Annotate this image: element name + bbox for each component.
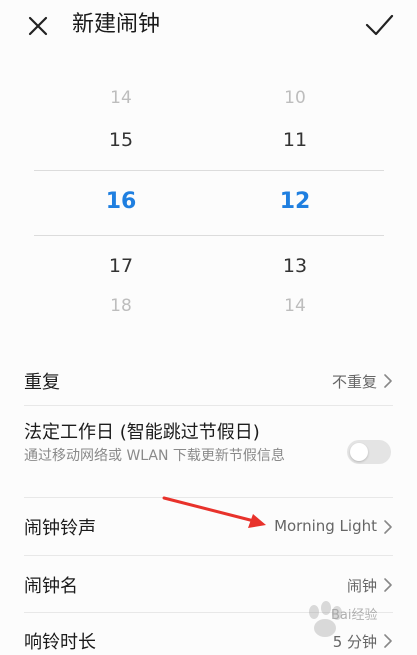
chevron-right-icon (384, 520, 392, 534)
chevron-right-icon (384, 374, 392, 388)
watermark-text: Bai经验 (331, 608, 378, 623)
chevron-right-icon (384, 578, 392, 592)
selection-line-bottom (34, 235, 384, 236)
hour-wheel[interactable]: 14 15 16 17 18 (61, 80, 181, 330)
minute-option[interactable]: 10 (235, 88, 355, 108)
ringtone-label: 闹钟铃声 (24, 518, 96, 539)
top-bar: 新建闹钟 (0, 0, 417, 52)
alarm-name-value: 闹钟 (346, 577, 377, 595)
ringtone-value: Morning Light (274, 517, 377, 535)
workday-row: 法定工作日 (智能跳过节假日) 通过移动网络或 WLAN 下载更新节假信息 (0, 414, 417, 496)
confirm-button[interactable] (361, 8, 397, 42)
hour-selected[interactable]: 16 (61, 189, 181, 214)
repeat-value: 不重复 (331, 373, 377, 391)
hour-option[interactable]: 17 (61, 255, 181, 277)
divider (24, 497, 393, 498)
minute-selected[interactable]: 12 (235, 189, 355, 214)
repeat-row[interactable]: 重复 不重复 (0, 360, 417, 404)
minute-option[interactable]: 11 (235, 129, 355, 151)
workday-description: 通过移动网络或 WLAN 下载更新节假信息 (24, 448, 285, 464)
toggle-knob (350, 443, 368, 461)
check-icon (365, 14, 394, 36)
minute-option[interactable]: 13 (235, 255, 355, 277)
hour-option[interactable]: 14 (61, 88, 181, 108)
divider (24, 405, 393, 406)
close-icon (28, 16, 48, 36)
ringtone-row[interactable]: 闹钟铃声 Morning Light (0, 506, 417, 550)
close-button[interactable] (22, 10, 54, 42)
selection-line-top (34, 170, 384, 171)
ring-duration-label: 响铃时长 (24, 632, 96, 653)
workday-label: 法定工作日 (智能跳过节假日) (24, 422, 260, 443)
repeat-label: 重复 (24, 372, 60, 393)
page-title: 新建闹钟 (72, 12, 161, 37)
hour-option[interactable]: 18 (61, 296, 181, 316)
time-picker[interactable]: 14 15 16 17 18 10 11 12 13 14 (0, 80, 417, 330)
minute-option[interactable]: 14 (235, 296, 355, 316)
hour-option[interactable]: 15 (61, 129, 181, 151)
divider (24, 555, 393, 556)
minute-wheel[interactable]: 10 11 12 13 14 (235, 80, 355, 330)
workday-toggle[interactable] (347, 440, 391, 464)
alarm-name-label: 闹钟名 (24, 576, 78, 597)
